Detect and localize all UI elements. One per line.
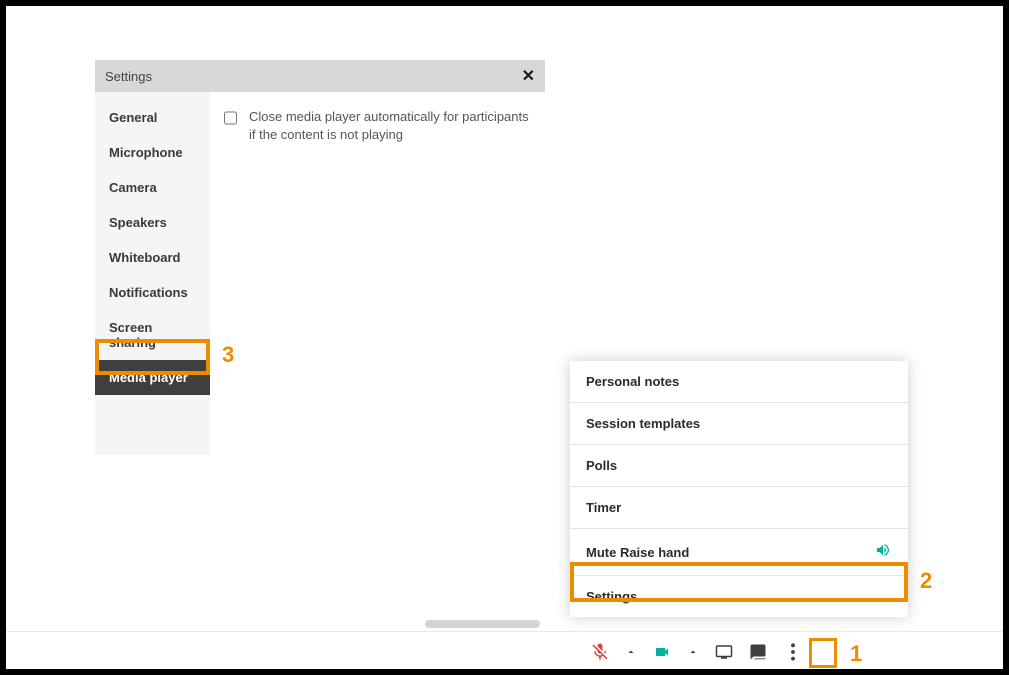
menu-item-polls[interactable]: Polls: [570, 444, 908, 486]
settings-tab-whiteboard[interactable]: Whiteboard: [95, 240, 210, 275]
auto-close-label: Close media player automatically for par…: [249, 108, 531, 144]
menu-item-label: Mute Raise hand: [586, 545, 689, 560]
settings-header: Settings ✕: [95, 60, 545, 92]
callout-1: 1: [850, 641, 862, 667]
settings-panel: Settings ✕ General Microphone Camera Spe…: [95, 60, 545, 440]
menu-item-timer[interactable]: Timer: [570, 486, 908, 528]
chat-icon[interactable]: [748, 642, 768, 662]
settings-tab-speakers[interactable]: Speakers: [95, 205, 210, 240]
camera-icon[interactable]: [652, 642, 672, 662]
callout-3: 3: [222, 342, 234, 368]
menu-item-label: Session templates: [586, 416, 700, 431]
menu-item-settings[interactable]: Settings: [570, 575, 908, 617]
settings-sidebar: General Microphone Camera Speakers White…: [95, 92, 210, 455]
divider: [6, 631, 1003, 632]
screen-share-icon[interactable]: [714, 642, 734, 662]
menu-item-session-templates[interactable]: Session templates: [570, 402, 908, 444]
menu-item-label: Settings: [586, 589, 637, 604]
settings-body: General Microphone Camera Speakers White…: [95, 92, 545, 455]
mic-muted-icon[interactable]: [590, 642, 610, 662]
auto-close-checkbox[interactable]: [224, 111, 237, 125]
settings-tab-general[interactable]: General: [95, 100, 210, 135]
menu-item-mute-raise-hand[interactable]: Mute Raise hand: [570, 528, 908, 575]
bottom-toolbar: [590, 639, 804, 665]
more-icon[interactable]: [782, 639, 804, 665]
settings-tab-microphone[interactable]: Microphone: [95, 135, 210, 170]
menu-item-label: Personal notes: [586, 374, 679, 389]
close-icon[interactable]: ✕: [522, 66, 535, 86]
menu-item-label: Timer: [586, 500, 621, 515]
chevron-up-icon[interactable]: [686, 642, 700, 662]
settings-tab-camera[interactable]: Camera: [95, 170, 210, 205]
more-menu: Personal notes Session templates Polls T…: [570, 361, 908, 617]
chevron-up-icon[interactable]: [624, 642, 638, 662]
scroll-indicator[interactable]: [425, 620, 540, 628]
sound-icon: [874, 542, 892, 562]
settings-tab-screen-sharing[interactable]: Screen sharing: [95, 310, 210, 360]
menu-item-label: Polls: [586, 458, 617, 473]
settings-tab-notifications[interactable]: Notifications: [95, 275, 210, 310]
settings-content: Close media player automatically for par…: [210, 92, 545, 455]
menu-item-personal-notes[interactable]: Personal notes: [570, 361, 908, 402]
settings-title: Settings: [105, 69, 152, 84]
callout-2: 2: [920, 568, 932, 594]
settings-tab-media-player[interactable]: Media player: [95, 360, 210, 395]
